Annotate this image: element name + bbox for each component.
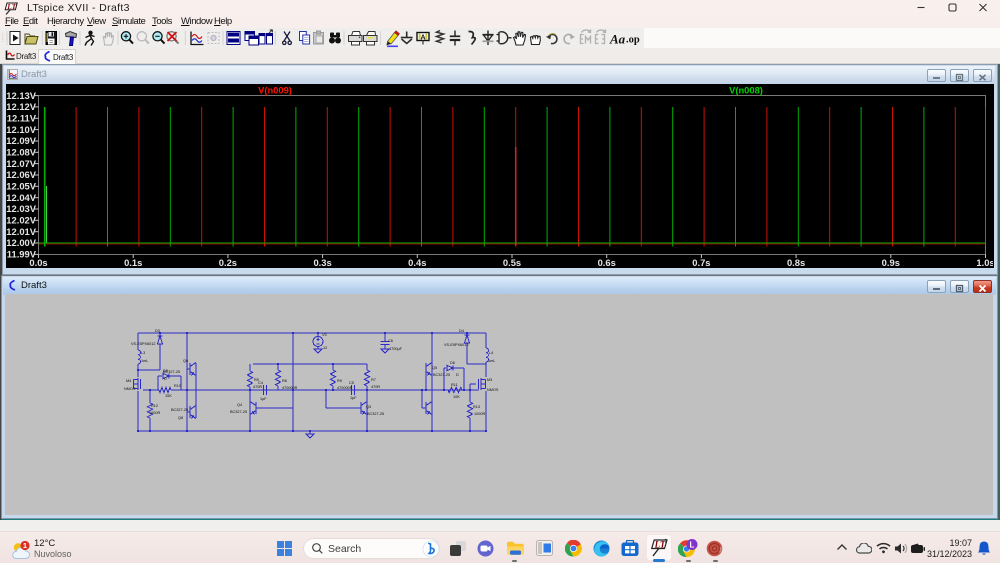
svg-text:0.6s: 0.6s [598, 257, 616, 268]
svg-text:C4: C4 [258, 381, 263, 385]
svg-text:12.12V: 12.12V [6, 101, 36, 112]
svg-text:LT: LT [654, 539, 666, 549]
svg-text:BC327-25: BC327-25 [367, 412, 384, 416]
svg-text:D4: D4 [459, 329, 464, 333]
svg-text:Q5: Q5 [432, 366, 437, 370]
svg-text:D: D [456, 373, 459, 377]
svg-text:M3: M3 [487, 378, 492, 382]
svg-text:R7: R7 [371, 378, 376, 382]
svg-text:V(n008): V(n008) [729, 85, 763, 96]
svg-text:0.4s: 0.4s [408, 257, 426, 268]
svg-text:0.2s: 0.2s [219, 257, 237, 268]
svg-text:1µF: 1µF [350, 396, 357, 400]
svg-text:0.0s: 0.0s [29, 257, 47, 268]
svg-text:BC327-25: BC327-25 [171, 408, 188, 412]
svg-text:D6: D6 [450, 361, 455, 365]
svg-text:V(n009): V(n009) [258, 85, 292, 96]
svg-text:VS-E5PX6012: VS-E5PX6012 [444, 343, 469, 347]
svg-text:LT: LT [6, 2, 16, 11]
svg-text:R6: R6 [282, 379, 287, 383]
svg-text:1: 1 [23, 541, 27, 550]
svg-text:BC327-25: BC327-25 [433, 373, 450, 377]
svg-text:1mL: 1mL [488, 359, 495, 363]
svg-text:D3: D3 [155, 329, 160, 333]
svg-text:NMOS: NMOS [487, 388, 499, 392]
svg-text:BC327-25: BC327-25 [230, 410, 247, 414]
svg-text:R10: R10 [174, 384, 181, 388]
svg-text:12.07V: 12.07V [6, 158, 36, 169]
svg-text:0.7s: 0.7s [692, 257, 710, 268]
svg-text:.op: .op [626, 35, 640, 46]
svg-text:0.1s: 0.1s [124, 257, 142, 268]
svg-text:Q4: Q4 [237, 403, 242, 407]
svg-text:0.8s: 0.8s [787, 257, 805, 268]
svg-text:BC327-25: BC327-25 [163, 370, 180, 374]
svg-text:12.01V: 12.01V [6, 226, 36, 237]
svg-text:10K: 10K [165, 394, 172, 398]
svg-text:C5: C5 [349, 381, 354, 385]
svg-text:1000R: 1000R [474, 412, 485, 416]
svg-text:V3: V3 [322, 333, 327, 337]
svg-text:0.5s: 0.5s [503, 257, 521, 268]
svg-text:VS-E5PX6012: VS-E5PX6012 [131, 342, 156, 346]
svg-text:Aa: Aa [609, 32, 626, 47]
svg-text:470000R: 470000R [337, 386, 353, 390]
svg-text:12.13V: 12.13V [6, 90, 36, 101]
svg-text:Q6: Q6 [183, 359, 188, 363]
svg-text:12.02V: 12.02V [6, 215, 36, 226]
svg-text:1mL: 1mL [141, 359, 148, 363]
svg-text:M4: M4 [126, 379, 131, 383]
svg-text:1000R: 1000R [149, 411, 160, 415]
svg-text:4700µF: 4700µF [389, 347, 403, 351]
svg-text:R13: R13 [473, 405, 480, 409]
svg-text:1µF: 1µF [260, 397, 267, 401]
svg-text:R11: R11 [451, 383, 458, 387]
svg-text:470000R: 470000R [282, 386, 298, 390]
svg-text:12.10V: 12.10V [6, 124, 36, 135]
svg-text:L: L [690, 541, 695, 550]
svg-text:12.04V: 12.04V [6, 192, 36, 203]
svg-text:Q8: Q8 [178, 416, 183, 420]
svg-text:12.08V: 12.08V [6, 147, 36, 158]
svg-text:12.05V: 12.05V [6, 181, 36, 192]
svg-text:470R: 470R [253, 385, 262, 389]
svg-text:470R: 470R [371, 385, 380, 389]
svg-text:C6: C6 [388, 339, 393, 343]
svg-text:NMOS: NMOS [124, 387, 136, 391]
svg-text:L3: L3 [141, 351, 145, 355]
svg-text:R12: R12 [151, 404, 158, 408]
svg-text:1.0s: 1.0s [976, 257, 993, 268]
svg-text:12.09V: 12.09V [6, 135, 36, 146]
svg-text:12.00V: 12.00V [6, 237, 36, 248]
svg-text:0.3s: 0.3s [313, 257, 331, 268]
svg-text:D: D [164, 377, 167, 381]
svg-text:Q3: Q3 [366, 405, 371, 409]
svg-text:12.06V: 12.06V [6, 169, 36, 180]
svg-text:12: 12 [323, 346, 327, 350]
svg-text:L4: L4 [489, 351, 493, 355]
svg-text:0.9s: 0.9s [882, 257, 900, 268]
svg-text:12.03V: 12.03V [6, 203, 36, 214]
svg-text:10K: 10K [453, 395, 460, 399]
svg-text:R9: R9 [337, 379, 342, 383]
svg-text:12.11V: 12.11V [7, 113, 37, 124]
